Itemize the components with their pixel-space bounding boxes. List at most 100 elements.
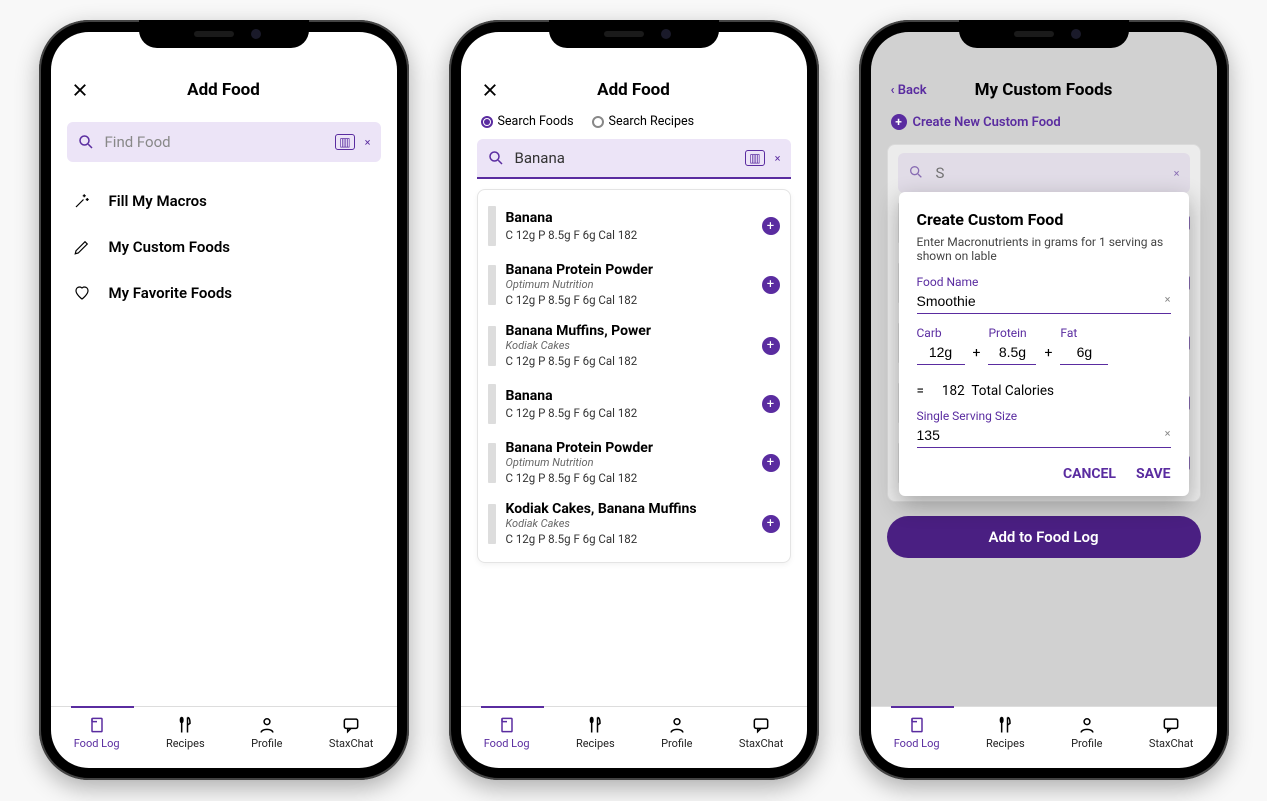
result-title: Banana Protein Powder [506,262,752,278]
menu-favorite-foods[interactable]: My Favorite Foods [67,270,381,316]
carb-input[interactable] [917,340,965,365]
close-icon[interactable] [71,81,89,99]
header: ‹ Back My Custom Foods [887,72,1201,108]
nav-indicator [481,706,543,708]
add-food-button[interactable]: + [762,276,780,294]
nav-label: Profile [661,737,692,750]
nav-profile[interactable]: Profile [661,715,692,750]
result-row[interactable]: Banana Protein PowderOptimum Nutrition C … [488,254,780,315]
result-body: Banana Protein PowderOptimum Nutrition C … [506,262,752,307]
food-name-input[interactable] [917,289,1171,314]
heart-icon [73,284,91,302]
bottom-nav: Food Log Recipes Profile StaxChat [461,706,807,768]
notch [959,20,1129,48]
modal-actions: CANCEL SAVE [917,466,1171,482]
nav-recipes[interactable]: Recipes [986,715,1025,750]
page-title: My Custom Foods [975,80,1113,100]
nav-label: Profile [251,737,282,750]
nav-food-log[interactable]: Food Log [894,715,940,750]
result-macros: C 12g P 8.5g F 6g Cal 182 [506,406,752,420]
result-body: BananaC 12g P 8.5g F 6g Cal 182 [506,210,752,242]
plus-separator: + [1044,345,1052,365]
notch [549,20,719,48]
drag-handle-icon [488,443,496,483]
result-brand: Optimum Nutrition [506,278,752,291]
search-results: BananaC 12g P 8.5g F 6g Cal 182 + Banana P… [477,189,791,563]
add-food-button[interactable]: + [762,217,780,235]
create-custom-food-link[interactable]: + Create New Custom Food [887,108,1201,140]
search-input[interactable]: Find Food ▥ × [67,122,381,162]
bottom-nav: Food Log Recipes Profile StaxChat [51,706,397,768]
menu-label: My Custom Foods [109,238,231,256]
total-calories-label: Total Calories [971,383,1054,399]
add-to-food-log-button[interactable]: Add to Food Log [887,516,1201,558]
nav-recipes[interactable]: Recipes [576,715,615,750]
nav-label: StaxChat [329,737,373,750]
nav-food-log[interactable]: Food Log [74,715,120,750]
nav-profile[interactable]: Profile [251,715,282,750]
radio-search-recipes[interactable]: Search Recipes [592,114,695,129]
macro-inputs: Carb + Protein + Fat [917,318,1171,365]
nav-label: StaxChat [739,737,783,750]
result-row[interactable]: BananaC 12g P 8.5g F 6g Cal 182 + [488,198,780,254]
page-title: Add Food [187,80,260,100]
radio-label: Search Recipes [609,114,695,129]
clear-icon[interactable]: × [365,136,371,149]
nav-label: Food Log [894,737,940,750]
result-row[interactable]: BananaC 12g P 8.5g F 6g Cal 182+ [488,376,780,432]
protein-input[interactable] [988,340,1036,365]
nav-staxchat[interactable]: StaxChat [1149,715,1193,750]
total-calories-row: = 182 Total Calories [917,383,1171,399]
result-row[interactable]: Banana Muffins, PowerKodiak CakesC 12g P… [488,315,780,376]
serving-size-input[interactable] [917,423,1171,448]
add-food-button[interactable]: + [762,395,780,413]
radio-search-foods[interactable]: Search Foods [481,114,574,129]
search-icon [908,164,926,182]
barcode-icon[interactable]: ▥ [335,134,354,150]
add-food-button[interactable]: + [762,515,780,533]
search-mode-radios: Search Foods Search Recipes [477,108,791,139]
result-row[interactable]: Kodiak Cakes, Banana MuffinsKodiak Cakes… [488,493,780,554]
barcode-icon[interactable]: ▥ [745,150,764,166]
nav-staxchat[interactable]: StaxChat [329,715,373,750]
serving-size-label: Single Serving Size [917,409,1171,423]
food-name-label: Food Name [917,275,1171,289]
result-macros: C 12g P 8.5g F 6g Cal 182 [506,228,752,242]
clear-icon[interactable]: × [1165,427,1171,440]
clear-icon[interactable]: × [775,152,781,165]
protein-label: Protein [988,326,1036,340]
close-icon[interactable] [481,81,499,99]
result-row[interactable]: Banana Protein PowderOptimum NutritionC … [488,432,780,493]
nav-staxchat[interactable]: StaxChat [739,715,783,750]
add-food-button[interactable]: + [762,454,780,472]
nav-recipes[interactable]: Recipes [166,715,205,750]
clear-icon[interactable]: × [1174,167,1180,180]
chat-icon [751,715,771,735]
notebook-icon [907,715,927,735]
person-icon [1077,715,1097,735]
save-button[interactable]: SAVE [1136,466,1171,482]
person-icon [667,715,687,735]
cancel-button[interactable]: CANCEL [1063,466,1116,482]
back-button[interactable]: ‹ Back [891,83,927,98]
menu-custom-foods[interactable]: My Custom Foods [67,224,381,270]
search-input[interactable]: Banana ▥ × [477,139,791,179]
result-body: Banana Protein PowderOptimum NutritionC … [506,440,752,485]
radio-on-icon [481,116,493,128]
fat-input[interactable] [1060,340,1108,365]
modal-title: Create Custom Food [917,210,1171,229]
nav-food-log[interactable]: Food Log [484,715,530,750]
clear-icon[interactable]: × [1165,293,1171,306]
nav-label: Profile [1071,737,1102,750]
nav-profile[interactable]: Profile [1071,715,1102,750]
search-input[interactable]: S× [898,153,1190,193]
plus-circle-icon: + [891,114,907,130]
result-brand: Optimum Nutrition [506,456,752,469]
nav-label: Recipes [576,737,615,750]
search-icon [77,133,95,151]
result-macros: C 12g P 8.5g F 6g Cal 182 [506,293,752,307]
chat-icon [1161,715,1181,735]
add-food-button[interactable]: + [762,337,780,355]
menu-fill-macros[interactable]: Fill My Macros [67,178,381,224]
nav-label: Recipes [166,737,205,750]
